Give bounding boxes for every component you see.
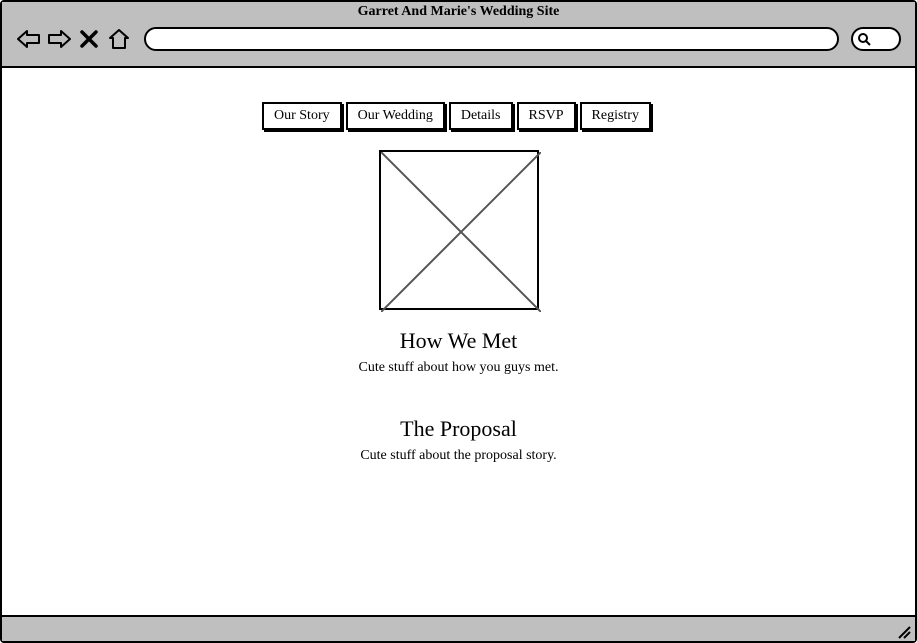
browser-statusbar bbox=[2, 615, 915, 641]
tab-label: Our Wedding bbox=[358, 108, 433, 123]
tab-details[interactable]: Details bbox=[449, 102, 513, 130]
window-title: Garret And Marie's Wedding Site bbox=[2, 4, 915, 20]
url-input[interactable] bbox=[144, 27, 839, 51]
section-title: How We Met bbox=[358, 328, 558, 354]
section-body: Cute stuff about how you guys met. bbox=[358, 360, 558, 376]
stop-button[interactable] bbox=[76, 26, 102, 52]
tab-registry[interactable]: Registry bbox=[580, 102, 651, 130]
close-icon bbox=[80, 30, 98, 48]
image-placeholder-icon bbox=[381, 152, 541, 312]
section-how-we-met: How We Met Cute stuff about how you guys… bbox=[358, 328, 558, 376]
tab-label: RSVP bbox=[529, 108, 564, 123]
tab-label: Our Story bbox=[274, 108, 330, 123]
tab-label: Registry bbox=[592, 108, 639, 123]
home-icon bbox=[108, 28, 130, 50]
section-the-proposal: The Proposal Cute stuff about the propos… bbox=[360, 416, 556, 464]
main-nav: Our Story Our Wedding Details RSVP Regis… bbox=[262, 102, 655, 130]
forward-button[interactable] bbox=[46, 26, 72, 52]
section-title: The Proposal bbox=[360, 416, 556, 442]
search-icon bbox=[857, 32, 871, 46]
browser-window: Garret And Marie's Wedding Site bbox=[0, 0, 917, 643]
resize-grip-icon[interactable] bbox=[895, 623, 911, 639]
arrow-right-icon bbox=[47, 29, 71, 49]
hero-image-placeholder bbox=[379, 150, 539, 310]
home-button[interactable] bbox=[106, 26, 132, 52]
arrow-left-icon bbox=[17, 29, 41, 49]
search-button[interactable] bbox=[851, 27, 901, 51]
tab-our-story[interactable]: Our Story bbox=[262, 102, 342, 130]
tab-rsvp[interactable]: RSVP bbox=[517, 102, 576, 130]
browser-titlebar: Garret And Marie's Wedding Site bbox=[2, 2, 915, 68]
tab-label: Details bbox=[461, 108, 501, 123]
back-button[interactable] bbox=[16, 26, 42, 52]
browser-toolbar bbox=[16, 26, 901, 52]
tab-our-wedding[interactable]: Our Wedding bbox=[346, 102, 445, 130]
section-body: Cute stuff about the proposal story. bbox=[360, 448, 556, 464]
page-content: Our Story Our Wedding Details RSVP Regis… bbox=[2, 68, 915, 615]
